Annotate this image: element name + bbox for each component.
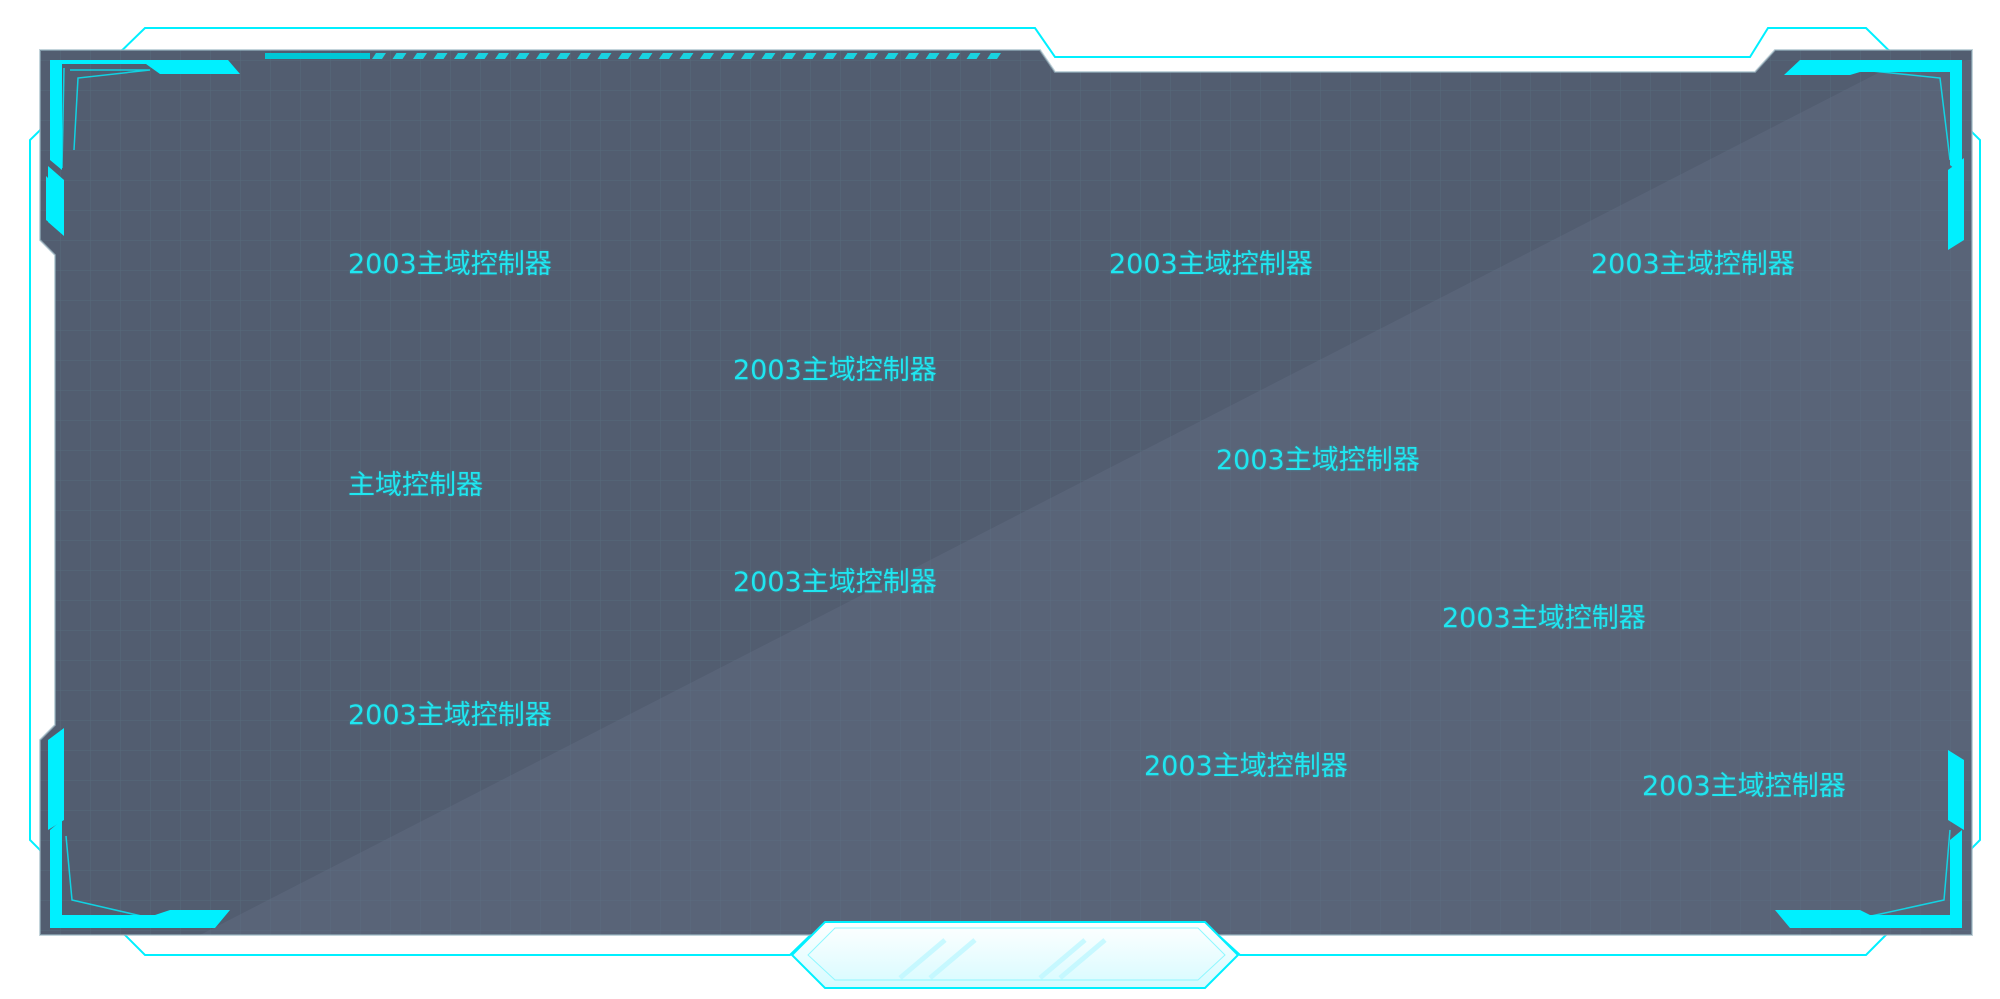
node-label[interactable]: 2003主域控制器: [1642, 773, 1846, 800]
bottom-tab: [790, 921, 1240, 989]
node-label[interactable]: 2003主域控制器: [1109, 251, 1313, 278]
node-label[interactable]: 2003主域控制器: [1216, 447, 1420, 474]
node-label[interactable]: 2003主域控制器: [1144, 753, 1348, 780]
node-label[interactable]: 主域控制器: [348, 472, 483, 499]
top-bar: [265, 53, 370, 59]
corner-br: [1948, 750, 1964, 830]
node-label[interactable]: 2003主域控制器: [733, 357, 937, 384]
node-label[interactable]: 2003主域控制器: [1591, 251, 1795, 278]
node-label[interactable]: 2003主域控制器: [348, 251, 552, 278]
corner-bl: [48, 728, 64, 830]
node-label[interactable]: 2003主域控制器: [733, 569, 937, 596]
node-label[interactable]: 2003主域控制器: [348, 702, 552, 729]
node-label[interactable]: 2003主域控制器: [1442, 605, 1646, 632]
hud-frame: [29, 27, 1981, 989]
